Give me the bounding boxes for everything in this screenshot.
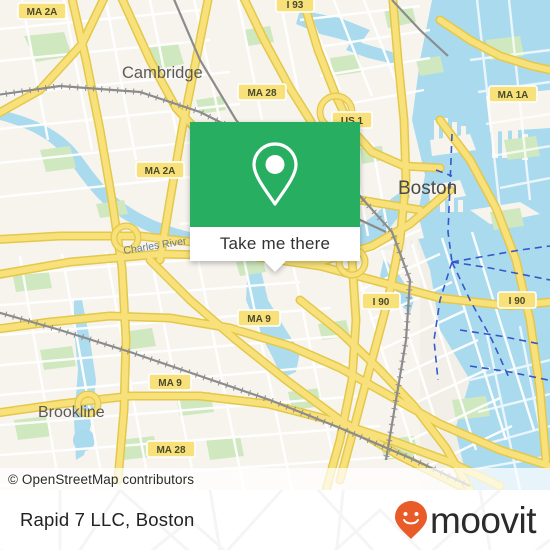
attribution-text: © OpenStreetMap contributors — [8, 471, 195, 487]
take-me-there-label: Take me there — [219, 234, 331, 253]
place-label-brookline: Brookline — [38, 404, 105, 421]
svg-text:MA 9: MA 9 — [247, 314, 271, 325]
shield-i-90-w: I 90 — [361, 292, 401, 310]
callout-cta-area[interactable]: Take me there — [190, 227, 360, 272]
svg-text:MA 1A: MA 1A — [498, 90, 529, 101]
svg-text:MA 28: MA 28 — [156, 445, 186, 456]
shield-ma-2a-nw: MA 2A — [17, 2, 67, 20]
shield-ma-9-n: MA 9 — [237, 309, 281, 327]
svg-text:I 90: I 90 — [509, 296, 526, 307]
location-pin-icon — [252, 141, 298, 206]
footer-bar: Rapid 7 LLC, Boston moovit — [0, 490, 550, 550]
place-title: Rapid 7 LLC, Boston — [20, 509, 195, 530]
take-me-there-callout[interactable]: Take me there — [190, 122, 360, 272]
svg-text:MA 2A: MA 2A — [27, 7, 58, 18]
svg-text:MA 9: MA 9 — [158, 378, 182, 389]
place-label-cambridge: Cambridge — [122, 64, 203, 82]
svg-text:I 93: I 93 — [287, 0, 304, 11]
callout-image-area — [190, 122, 360, 227]
shield-ma-2a-w: MA 2A — [135, 161, 185, 179]
moovit-logo[interactable]: moovit — [393, 500, 536, 540]
svg-text:MA 2A: MA 2A — [145, 166, 176, 177]
shield-i-93: I 93 — [275, 0, 315, 13]
shield-ma-1a: MA 1A — [488, 85, 538, 103]
svg-text:I 90: I 90 — [373, 297, 390, 308]
shield-ma-9-s: MA 9 — [148, 373, 192, 391]
shield-i-90-e: I 90 — [497, 291, 537, 309]
place-label-boston: Boston — [398, 178, 457, 199]
moovit-wordmark: moovit — [430, 499, 536, 541]
moovit-map-page: Cambridge Boston Brookline Charles River… — [0, 0, 550, 550]
map-attribution: © OpenStreetMap contributors — [0, 468, 550, 490]
shield-ma-28-n: MA 28 — [237, 83, 287, 101]
svg-text:MA 28: MA 28 — [247, 88, 277, 99]
moovit-pin-icon — [395, 501, 428, 539]
shield-ma-28-s: MA 28 — [146, 440, 196, 458]
callout-pointer-tail — [264, 261, 286, 272]
